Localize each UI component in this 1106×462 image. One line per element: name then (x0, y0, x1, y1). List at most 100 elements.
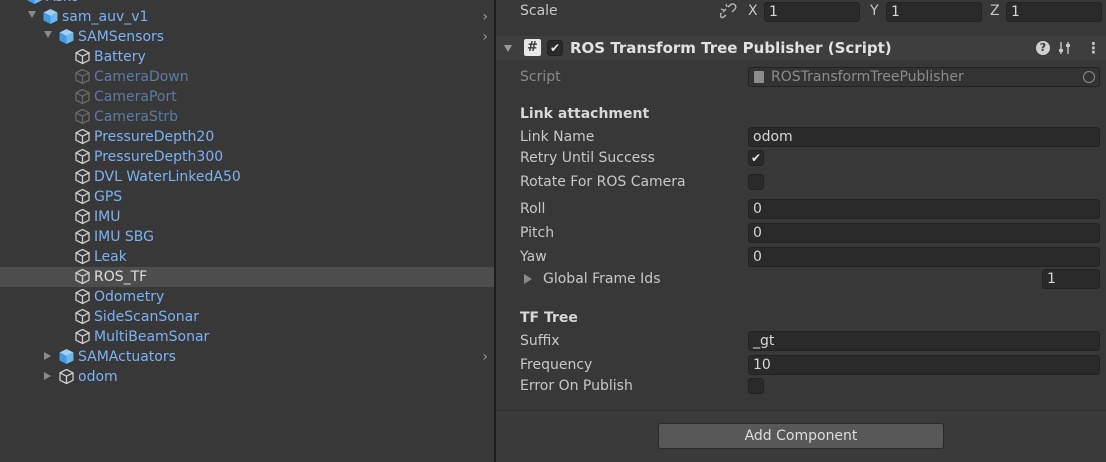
gameobject-cube-icon (74, 248, 91, 265)
hierarchy-row-label: IMU (94, 209, 121, 225)
rotate-for-ros-camera-label: Rotate For ROS Camera (520, 174, 686, 190)
hierarchy-row[interactable]: Asko › (0, 0, 494, 7)
scale-y-field[interactable]: 1 (886, 2, 982, 22)
hierarchy-row[interactable]: CameraPort (0, 87, 494, 107)
scale-z-label: Z (990, 3, 1000, 19)
hierarchy-row[interactable]: MultiBeamSonar (0, 327, 494, 347)
add-component-button[interactable]: Add Component (658, 423, 944, 449)
open-prefab-chevron-icon[interactable]: › (482, 0, 488, 7)
hierarchy-row-label: CameraPort (94, 89, 177, 105)
roll-field[interactable]: 0 (748, 199, 1100, 219)
preset-icon[interactable] (1058, 40, 1072, 56)
hierarchy-row-label: GPS (94, 189, 123, 205)
gameobject-cube-icon (74, 168, 91, 185)
inspector-panel: Scale X 1 Y 1 Z 1 # ✔ ROS Transform Tree… (496, 0, 1106, 462)
hierarchy-row[interactable]: ROS_TF (0, 267, 494, 287)
pitch-field[interactable]: 0 (748, 223, 1100, 243)
more-menu-icon[interactable]: ⋮ (1086, 38, 1101, 58)
component-header[interactable]: # ✔ ROS Transform Tree Publisher (Script… (496, 36, 1106, 60)
hierarchy-row-label: SideScanSonar (94, 309, 199, 325)
gameobject-cube-icon (74, 108, 91, 125)
hierarchy-row-label: Asko (46, 0, 79, 7)
tf-tree-header: TF Tree (520, 310, 578, 326)
suffix-field[interactable]: _gt (748, 331, 1100, 351)
gameobject-cube-icon (74, 228, 91, 245)
rotate-for-ros-camera-checkbox[interactable] (748, 174, 764, 190)
hierarchy-row[interactable]: PressureDepth20 (0, 127, 494, 147)
gameobject-cube-icon (74, 268, 91, 285)
global-frame-ids-size-field[interactable]: 1 (1042, 269, 1100, 289)
foldout-expanded-icon[interactable] (44, 31, 52, 38)
open-prefab-chevron-icon[interactable]: › (482, 347, 488, 367)
component-title: ROS Transform Tree Publisher (Script) (570, 39, 892, 57)
scale-z-field[interactable]: 1 (1006, 2, 1102, 22)
gameobject-cube-icon (74, 188, 91, 205)
link-name-label: Link Name (520, 129, 595, 145)
hierarchy-row[interactable]: Odometry (0, 287, 494, 307)
global-frame-ids-foldout-icon[interactable] (524, 274, 532, 284)
foldout-collapsed-icon[interactable] (44, 372, 51, 380)
retry-until-success-checkbox[interactable]: ✔ (748, 150, 764, 166)
hierarchy-row[interactable]: SAMSensors › (0, 27, 494, 47)
hierarchy-row[interactable]: sam_auv_v1 › (0, 7, 494, 27)
gameobject-cube-icon (74, 328, 91, 345)
hierarchy-row[interactable]: GPS (0, 187, 494, 207)
component-enabled-checkbox[interactable]: ✔ (547, 40, 563, 56)
pitch-label: Pitch (520, 225, 555, 241)
open-prefab-chevron-icon[interactable]: › (482, 27, 488, 47)
hierarchy-row-label: SAMActuators (78, 349, 176, 365)
scale-x-label: X (748, 3, 758, 19)
yaw-label: Yaw (520, 249, 547, 265)
scale-x-field[interactable]: 1 (764, 2, 860, 22)
error-on-publish-checkbox[interactable] (748, 378, 764, 394)
script-label: Script (520, 69, 561, 85)
hierarchy-row-label: CameraStrb (94, 109, 178, 125)
gameobject-cube-icon (74, 48, 91, 65)
hierarchy-row-label: odom (78, 369, 118, 385)
add-component-area: Add Component (496, 410, 1106, 462)
hierarchy-row-label: DVL WaterLinkedA50 (94, 169, 241, 185)
hierarchy-row[interactable]: IMU SBG (0, 227, 494, 247)
gameobject-cube-icon (58, 368, 75, 385)
foldout-expanded-icon[interactable] (28, 11, 36, 18)
prefab-cube-icon (58, 348, 75, 365)
foldout-arrow-icon[interactable] (504, 45, 512, 52)
link-name-field[interactable]: odom (748, 127, 1100, 147)
help-icon[interactable]: ? (1036, 41, 1050, 55)
hierarchy-row[interactable]: SideScanSonar (0, 307, 494, 327)
script-file-icon (754, 71, 764, 83)
hierarchy-row[interactable]: PressureDepth300 (0, 147, 494, 167)
hierarchy-row[interactable]: CameraStrb (0, 107, 494, 127)
object-picker-icon[interactable] (1083, 71, 1095, 83)
gameobject-cube-icon (74, 128, 91, 145)
hierarchy-row[interactable]: DVL WaterLinkedA50 (0, 167, 494, 187)
suffix-label: Suffix (520, 333, 560, 349)
hierarchy-row[interactable]: Battery (0, 47, 494, 67)
scale-label: Scale (520, 3, 558, 19)
hierarchy-row-label: ROS_TF (94, 269, 148, 285)
gameobject-cube-icon (74, 88, 91, 105)
prefab-cube-icon (58, 28, 75, 45)
script-field[interactable]: ROSTransformTreePublisher (748, 67, 1100, 87)
gameobject-cube-icon (74, 68, 91, 85)
gameobject-cube-icon (74, 208, 91, 225)
frequency-field[interactable]: 10 (748, 355, 1100, 375)
foldout-collapsed-icon[interactable] (44, 352, 51, 360)
global-frame-ids-label[interactable]: Global Frame Ids (543, 269, 661, 289)
yaw-field[interactable]: 0 (748, 247, 1100, 267)
hierarchy-row[interactable]: CameraDown (0, 67, 494, 87)
hierarchy-row[interactable]: Leak (0, 247, 494, 267)
hierarchy-row-label: PressureDepth20 (94, 129, 215, 145)
script-value: ROSTransformTreePublisher (771, 69, 964, 85)
hierarchy-row[interactable]: IMU (0, 207, 494, 227)
hierarchy-row[interactable]: odom (0, 367, 494, 387)
hierarchy-row-label: MultiBeamSonar (94, 329, 210, 345)
script-hash-icon: # (524, 39, 541, 56)
open-prefab-chevron-icon[interactable]: › (482, 7, 488, 27)
hierarchy-row[interactable]: SAMActuators › (0, 347, 494, 367)
hierarchy-row-label: sam_auv_v1 (62, 9, 149, 25)
gameobject-cube-icon (74, 148, 91, 165)
error-on-publish-label: Error On Publish (520, 378, 633, 394)
scale-y-label: Y (870, 3, 879, 19)
link-broken-icon[interactable] (719, 3, 738, 19)
